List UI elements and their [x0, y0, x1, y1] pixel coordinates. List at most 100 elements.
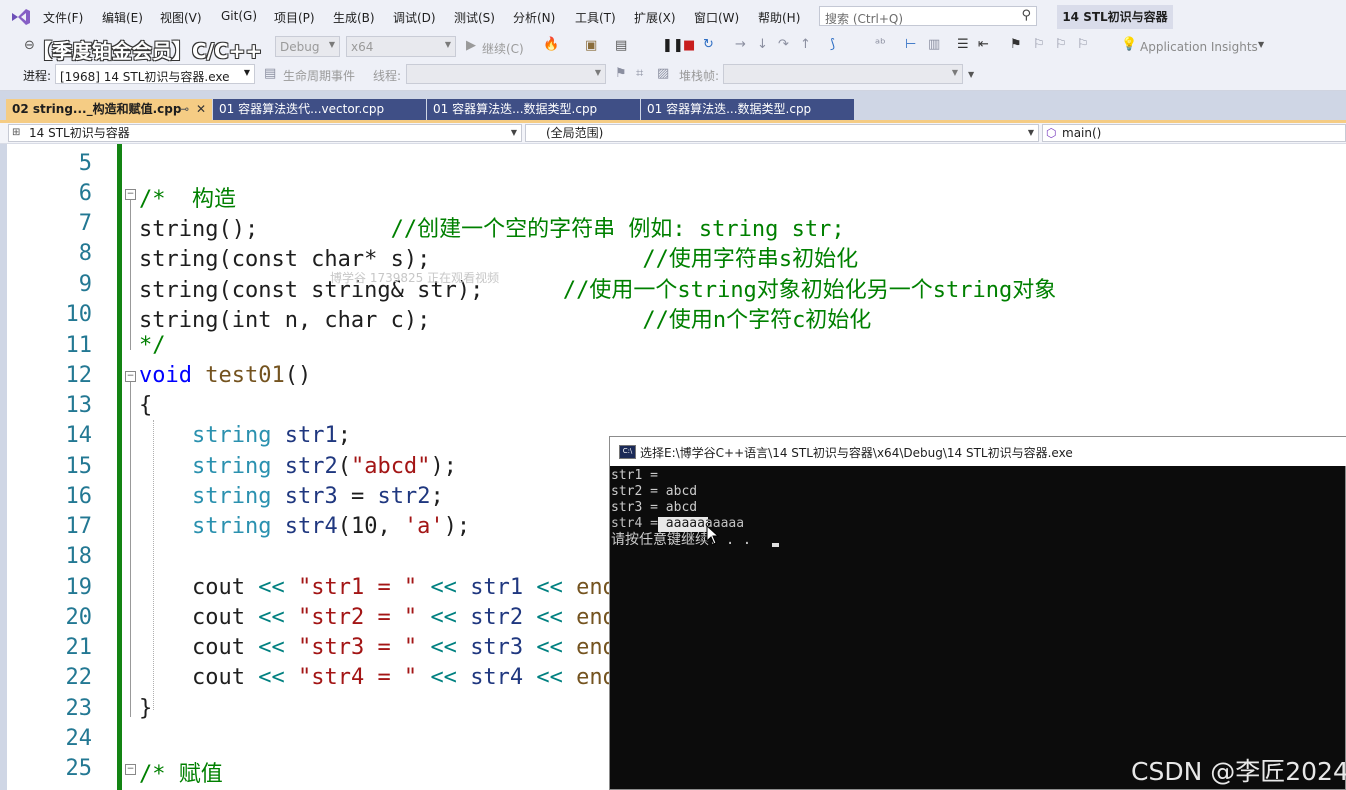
stackframe-dropdown[interactable]: ▼	[723, 64, 963, 84]
menu-help[interactable]: 帮助(H)	[758, 9, 800, 26]
chevron-down-icon[interactable]: ▼	[968, 70, 974, 79]
menu-debug[interactable]: 调试(D)	[393, 9, 436, 26]
code-token: {	[139, 393, 153, 418]
editor-left-margin	[0, 144, 7, 790]
menu-tools[interactable]: 工具(T)	[575, 9, 616, 26]
menu-project[interactable]: 项目(P)	[274, 9, 315, 26]
line-number: 23	[65, 696, 93, 721]
clear-bookmark-icon[interactable]: ⚐	[1077, 37, 1089, 52]
open-folder-icon[interactable]: ▣	[585, 38, 597, 53]
console-line: str4 = aaaaaaaaaa	[611, 516, 745, 531]
step-out-icon[interactable]: ↑	[800, 37, 811, 52]
code-token: string	[191, 423, 272, 448]
prev-bookmark-icon[interactable]: ⚐	[1033, 37, 1045, 52]
code-token: //创建一个空的字符串 例如: string str;	[390, 217, 845, 242]
line-number: 14	[65, 423, 93, 448]
indent-icon[interactable]: ☰	[957, 37, 969, 52]
fold-toggle-icon[interactable]: −	[125, 189, 136, 200]
menu-test[interactable]: 测试(S)	[454, 9, 495, 26]
stop-icon[interactable]: ■	[683, 38, 695, 53]
next-bookmark-icon[interactable]: ⚐	[1055, 37, 1067, 52]
console-title-bar[interactable]: C:\ 选择E:\博学谷C++语言\14 STL初识与容器\x64\Debug\…	[610, 437, 1346, 466]
menu-build[interactable]: 生成(B)	[333, 9, 375, 26]
code-line: /* 构造	[139, 181, 236, 213]
tab-01-datatype-a[interactable]: 01 容器算法迭...数据类型.cpp	[427, 99, 640, 120]
code-token: str1	[470, 575, 524, 600]
step-into-icon[interactable]: ↓	[757, 37, 768, 52]
menu-view[interactable]: 视图(V)	[160, 9, 202, 26]
fold-toggle-icon[interactable]: −	[125, 764, 136, 775]
fold-toggle-icon[interactable]: −	[125, 371, 136, 382]
pause-icon[interactable]: ❚❚	[662, 38, 684, 53]
outdent-icon[interactable]: ⇤	[978, 37, 989, 52]
threads-icon[interactable]: ⌗	[636, 66, 643, 81]
method-icon: ⬡	[1046, 126, 1057, 140]
play-icon[interactable]: ▶	[466, 38, 476, 53]
code-line: string str3 = str2;	[139, 484, 444, 509]
console-window[interactable]	[609, 436, 1346, 790]
pin-icon[interactable]: ⊸	[179, 99, 189, 120]
show-next-statement-icon[interactable]: →	[735, 37, 746, 52]
menu-git[interactable]: Git(G)	[221, 9, 257, 23]
bookmark-icon[interactable]: ⚑	[1010, 37, 1022, 52]
tab-label: 01 容器算法迭...数据类型.cpp	[433, 102, 598, 116]
line-number: 20	[65, 605, 93, 630]
layout-icon[interactable]: ▥	[928, 37, 940, 52]
window-icon[interactable]: ▤	[615, 38, 627, 53]
hot-reload-icon[interactable]: 🔥	[543, 37, 559, 52]
project-dropdown[interactable]: ⊞ 14 STL初识与容器 ▼	[8, 124, 522, 142]
code-token: string();	[139, 217, 391, 242]
thread-dropdown[interactable]: ▼	[406, 64, 606, 84]
search-input[interactable]: 搜索 (Ctrl+Q) ⚲	[819, 6, 1037, 26]
console-line: str2 = abcd	[611, 484, 698, 499]
line-number: 24	[65, 726, 93, 751]
code-token: 'a'	[403, 514, 444, 539]
line-number: 7	[78, 211, 92, 236]
code-token: string	[191, 484, 272, 509]
code-token: str2	[470, 605, 524, 630]
solution-name: 14 STL初识与容器	[1057, 5, 1173, 29]
menu-edit[interactable]: 编辑(E)	[102, 9, 143, 26]
csdn-watermark: CSDN @李匠2024	[1131, 757, 1346, 786]
menu-file[interactable]: 文件(F)	[43, 9, 83, 26]
app-insights-button[interactable]: Application Insights	[1140, 40, 1258, 54]
breakpoint-window-icon[interactable]: ⊢	[905, 37, 916, 52]
filter-icon[interactable]: ▨	[657, 66, 669, 81]
code-token: str4	[284, 514, 338, 539]
tab-01-datatype-b[interactable]: 01 容器算法迭...数据类型.cpp	[641, 99, 854, 120]
step-over-icon[interactable]: ↷	[778, 37, 789, 52]
lifecycle-events-button[interactable]: 生命周期事件	[283, 67, 355, 84]
tab-01-vector[interactable]: 01 容器算法迭代...vector.cpp	[213, 99, 426, 120]
code-token: );	[430, 454, 457, 479]
scope-dropdown[interactable]: (全局范围) ▼	[525, 124, 1039, 142]
tab-label: 01 容器算法迭代...vector.cpp	[219, 102, 385, 116]
code-token: */	[139, 333, 166, 358]
close-icon[interactable]: ✕	[196, 99, 206, 120]
code-line: }	[139, 696, 152, 721]
code-line: void test01()	[139, 363, 311, 388]
code-line: cout << "str1 = " << str1 << endl	[139, 575, 629, 600]
chevron-down-icon[interactable]: ▼	[1258, 40, 1264, 49]
code-token: "str3 = "	[297, 635, 418, 660]
code-token: str4	[470, 665, 524, 690]
chevron-down-icon: ▼	[1027, 128, 1034, 137]
config-dropdown[interactable]: Debug ▼	[275, 36, 340, 57]
menu-extensions[interactable]: 扩展(X)	[634, 9, 676, 26]
diagnostic-icon[interactable]: ⟆	[830, 37, 835, 52]
code-token: <<	[536, 605, 563, 630]
visual-studio-logo-icon[interactable]	[10, 7, 32, 27]
flag-icon[interactable]: ⚑	[615, 66, 627, 81]
member-dropdown[interactable]: ⬡ main()	[1042, 124, 1346, 142]
menu-analyze[interactable]: 分析(N)	[513, 9, 555, 26]
platform-dropdown[interactable]: x64 ▼	[346, 36, 456, 57]
restart-icon[interactable]: ↻	[703, 37, 714, 52]
process-dropdown[interactable]: [1968] 14 STL初识与容器.exe ▼	[55, 64, 255, 84]
menu-window[interactable]: 窗口(W)	[694, 9, 739, 26]
continue-button[interactable]: 继续(C)	[482, 40, 524, 57]
line-number: 22	[65, 665, 93, 690]
spell-icon[interactable]: ᵃᵇ	[875, 37, 886, 52]
tab-02-string-construct[interactable]: 02 string..._构造和赋值.cpp ⊸ ✕	[6, 99, 212, 120]
code-token: <<	[258, 635, 285, 660]
